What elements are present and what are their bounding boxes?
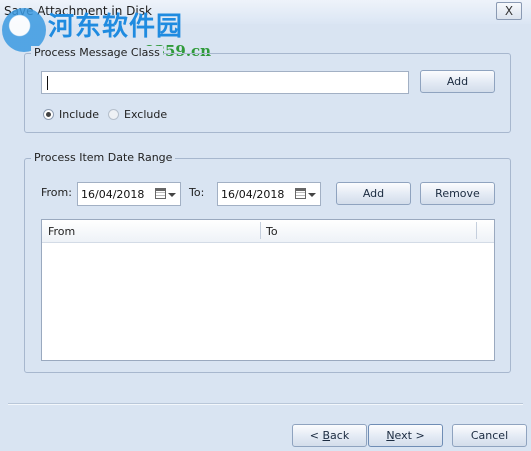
- close-icon: X: [504, 4, 514, 18]
- back-mnemonic: B: [322, 429, 331, 442]
- back-button[interactable]: < Back: [292, 424, 367, 447]
- chevron-down-icon[interactable]: [308, 193, 316, 197]
- message-class-add-button[interactable]: Add: [420, 70, 495, 93]
- date-range-remove-button[interactable]: Remove: [420, 182, 495, 205]
- calendar-icon[interactable]: [295, 188, 306, 199]
- watermark-title: 河东软件园: [48, 12, 184, 42]
- exclude-radio-indicator: [108, 109, 119, 120]
- next-button[interactable]: Next >: [368, 424, 443, 447]
- column-header-from[interactable]: From: [48, 225, 75, 238]
- text-caret: [47, 76, 48, 90]
- back-rest: ack: [330, 429, 350, 442]
- cancel-button[interactable]: Cancel: [452, 424, 527, 447]
- date-range-remove-label: Remove: [435, 187, 480, 200]
- close-button[interactable]: X: [496, 2, 522, 20]
- message-class-add-label: Add: [446, 75, 469, 88]
- calendar-icon[interactable]: [155, 188, 166, 199]
- to-date-picker[interactable]: 16/04/2018: [217, 182, 321, 206]
- date-range-list[interactable]: From To: [41, 219, 495, 361]
- footer-divider-highlight: [8, 404, 523, 405]
- from-label: From:: [41, 186, 72, 199]
- message-class-input[interactable]: [41, 71, 409, 94]
- message-class-legend: Process Message Class: [31, 46, 163, 59]
- column-header-to[interactable]: To: [266, 225, 278, 238]
- from-date-picker[interactable]: 16/04/2018: [77, 182, 181, 206]
- date-range-add-label: Add: [362, 187, 385, 200]
- column-separator[interactable]: [260, 222, 261, 239]
- exclude-radio-label: Exclude: [124, 108, 168, 121]
- next-mnemonic: N: [386, 429, 395, 442]
- date-range-legend: Process Item Date Range: [31, 151, 176, 164]
- chevron-down-icon[interactable]: [168, 193, 176, 197]
- include-radio-indicator: [43, 109, 54, 120]
- list-header: From To: [42, 220, 494, 243]
- cancel-label: Cancel: [470, 429, 509, 442]
- from-date-value: 16/04/2018: [81, 188, 145, 201]
- back-prefix: <: [309, 429, 323, 442]
- include-radio[interactable]: Include: [43, 108, 103, 122]
- to-label: To:: [189, 186, 205, 199]
- include-radio-label: Include: [59, 108, 100, 121]
- to-date-value: 16/04/2018: [221, 188, 285, 201]
- exclude-radio[interactable]: Exclude: [108, 108, 170, 122]
- date-range-add-button[interactable]: Add: [336, 182, 411, 205]
- next-rest: ext >: [394, 429, 425, 442]
- column-separator[interactable]: [476, 222, 477, 239]
